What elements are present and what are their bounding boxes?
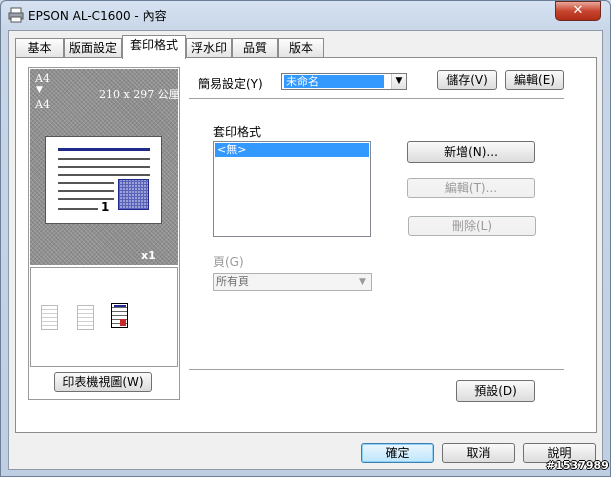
edit-overlay-button[interactable]: 編輯(T)... — [407, 178, 535, 198]
tab-layout[interactable]: 版面設定 — [64, 38, 122, 58]
printer-view-button[interactable]: 印表機視圖(W) — [54, 372, 152, 392]
overlay-group-label: 套印格式 — [213, 125, 262, 139]
simple-settings-select[interactable]: 未命名 ▼ — [281, 73, 407, 90]
header-line — [58, 148, 150, 151]
pages-value: 所有頁 — [216, 275, 249, 288]
page-icon — [77, 305, 94, 330]
tab-overlay[interactable]: 套印格式 — [122, 35, 186, 59]
paper-size-label: 210 x 297 公厘 — [99, 88, 180, 101]
overlay-thumbnail — [118, 179, 149, 210]
image-watermark: #1537989 — [546, 459, 609, 472]
save-button[interactable]: 儲存(V) — [437, 70, 497, 90]
page-icon-selected — [111, 303, 128, 328]
new-overlay-button[interactable]: 新增(N)... — [407, 141, 535, 163]
cancel-button[interactable]: 取消 — [442, 443, 515, 463]
list-item[interactable]: <無> — [215, 143, 369, 157]
default-button[interactable]: 預設(D) — [456, 380, 535, 402]
simple-settings-value: 未命名 — [284, 75, 384, 88]
text-line — [58, 174, 150, 176]
tab-quality[interactable]: 品質 — [232, 38, 278, 58]
text-line — [58, 166, 150, 168]
divider — [189, 369, 564, 370]
red-block — [120, 319, 126, 326]
pages-label: 頁(G) — [213, 255, 244, 269]
edit-settings-button[interactable]: 編輯(E) — [505, 70, 564, 90]
printer-icon — [8, 7, 24, 23]
divider — [189, 98, 564, 99]
text-line — [58, 190, 114, 192]
pages-select[interactable]: 所有頁 ▼ — [213, 273, 372, 291]
text-line — [58, 208, 98, 210]
copies-count: x1 — [141, 249, 156, 262]
chevron-down-icon[interactable]: ▼ — [391, 74, 406, 89]
blue-block — [114, 305, 126, 307]
overlay-list[interactable]: <無> — [213, 141, 371, 237]
page-number: 1 — [101, 200, 110, 214]
tab-version[interactable]: 版本 — [278, 38, 324, 58]
paper-source-label: A4 — [35, 72, 50, 85]
title-bar[interactable]: EPSON AL-C1600 - 內容 ✕ — [0, 0, 611, 30]
arrow-down-icon: ▼ — [36, 85, 43, 95]
text-line — [58, 158, 150, 160]
text-line — [58, 182, 114, 184]
window-title: EPSON AL-C1600 - 內容 — [28, 9, 167, 23]
close-button[interactable]: ✕ — [555, 1, 601, 21]
paper-output-label: A4 — [35, 98, 50, 111]
ok-button[interactable]: 確定 — [361, 443, 434, 463]
tab-basic[interactable]: 基本 — [15, 38, 64, 58]
tab-watermark[interactable]: 浮水印 — [186, 38, 232, 58]
simple-settings-label: 簡易設定(Y) — [198, 77, 263, 91]
delete-overlay-button[interactable]: 刪除(L) — [408, 216, 536, 236]
page-icon — [41, 305, 58, 330]
chevron-down-icon[interactable]: ▼ — [355, 275, 370, 289]
